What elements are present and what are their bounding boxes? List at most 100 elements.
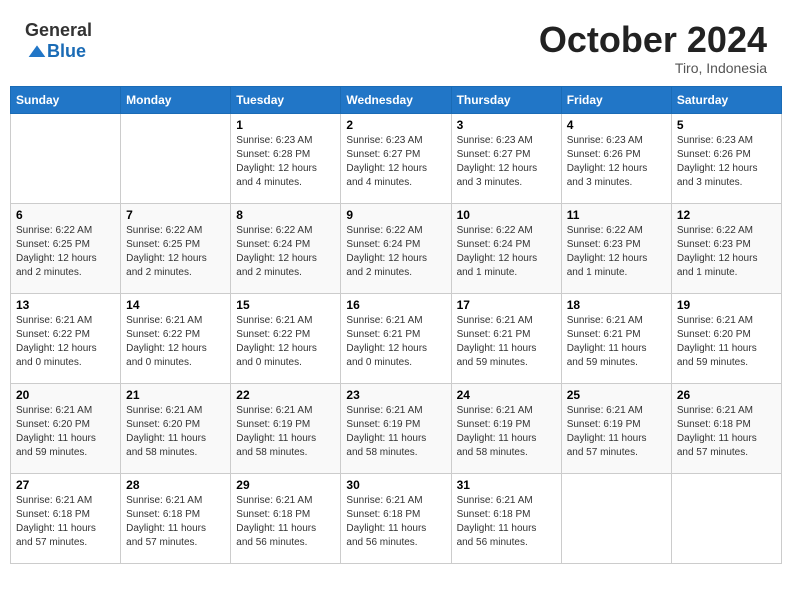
- calendar-cell: 11Sunrise: 6:22 AM Sunset: 6:23 PM Dayli…: [561, 203, 671, 293]
- calendar-cell: 8 Sunrise: 6:22 AM Sunset: 6:24 PM Daylig…: [231, 203, 341, 293]
- day-number: 28: [126, 478, 225, 492]
- day-info: Sunrise: 6:21 AM Sunset: 6:19 PM Dayligh…: [567, 404, 666, 460]
- calendar-cell: 27 Sunrise: 6:21 AM Sunset: 6:18 PM Dayli…: [11, 473, 121, 563]
- month-title: October 2024: [539, 20, 767, 60]
- day-info: Sunrise: 6:21 AM Sunset: 6:20 PM Dayligh…: [16, 404, 115, 460]
- day-info: Sunrise: 6:21 AM Sunset: 6:22 PM Dayligh…: [16, 314, 115, 370]
- calendar-cell: 23 Sunrise: 6:21 AM Sunset: 6:19 PM Dayli…: [341, 383, 451, 473]
- day-info: Sunrise: 6:22 AM Sunset: 6:24 PM Dayligh…: [457, 224, 556, 280]
- day-info: Sunrise: 6:21 AM Sunset: 6:18 PM Dayligh…: [346, 494, 445, 550]
- day-number: 8: [236, 208, 335, 222]
- calendar-cell: 2 Sunrise: 6:23 AM Sunset: 6:27 PM Daylig…: [341, 113, 451, 203]
- calendar-header-monday: Monday: [121, 86, 231, 113]
- day-info: Sunrise: 6:23 AM Sunset: 6:26 PM Dayligh…: [677, 134, 776, 190]
- calendar-cell: 24 Sunrise: 6:21 AM Sunset: 6:19 PM Dayli…: [451, 383, 561, 473]
- location: Tiro, Indonesia: [539, 60, 767, 76]
- day-number: 24: [457, 388, 556, 402]
- day-info: Sunrise: 6:21 AM Sunset: 6:18 PM Dayligh…: [16, 494, 115, 550]
- day-number: 21: [126, 388, 225, 402]
- calendar-cell: [11, 113, 121, 203]
- logo-blue: Blue: [47, 41, 86, 61]
- day-info: Sunrise: 6:21 AM Sunset: 6:21 PM Dayligh…: [346, 314, 445, 370]
- day-number: 13: [16, 298, 115, 312]
- calendar-cell: 14 Sunrise: 6:21 AM Sunset: 6:22 PM Dayli…: [121, 293, 231, 383]
- day-info: Sunrise: 6:21 AM Sunset: 6:18 PM Dayligh…: [457, 494, 556, 550]
- day-number: 31: [457, 478, 556, 492]
- day-number: 19: [677, 298, 776, 312]
- day-number: 5: [677, 118, 776, 132]
- logo-icon: [27, 42, 47, 62]
- day-number: 2: [346, 118, 445, 132]
- day-number: 10: [457, 208, 556, 222]
- calendar-cell: 20 Sunrise: 6:21 AM Sunset: 6:20 PM Dayli…: [11, 383, 121, 473]
- calendar-week-2: 6 Sunrise: 6:22 AM Sunset: 6:25 PM Daylig…: [11, 203, 782, 293]
- calendar-cell: 16Sunrise: 6:21 AM Sunset: 6:21 PM Dayli…: [341, 293, 451, 383]
- calendar-header-wednesday: Wednesday: [341, 86, 451, 113]
- day-info: Sunrise: 6:21 AM Sunset: 6:22 PM Dayligh…: [126, 314, 225, 370]
- month-title-block: October 2024 Tiro, Indonesia: [539, 20, 767, 76]
- day-info: Sunrise: 6:23 AM Sunset: 6:28 PM Dayligh…: [236, 134, 335, 190]
- day-info: Sunrise: 6:21 AM Sunset: 6:19 PM Dayligh…: [457, 404, 556, 460]
- calendar-cell: 25 Sunrise: 6:21 AM Sunset: 6:19 PM Dayli…: [561, 383, 671, 473]
- calendar-cell: 29Sunrise: 6:21 AM Sunset: 6:18 PM Dayli…: [231, 473, 341, 563]
- calendar-cell: [671, 473, 781, 563]
- calendar-cell: 10 Sunrise: 6:22 AM Sunset: 6:24 PM Dayli…: [451, 203, 561, 293]
- day-number: 26: [677, 388, 776, 402]
- calendar-cell: 19 Sunrise: 6:21 AM Sunset: 6:20 PM Dayli…: [671, 293, 781, 383]
- day-info: Sunrise: 6:22 AM Sunset: 6:25 PM Dayligh…: [16, 224, 115, 280]
- page-header: General Blue October 2024 Tiro, Indonesi…: [10, 10, 782, 81]
- day-info: Sunrise: 6:21 AM Sunset: 6:19 PM Dayligh…: [236, 404, 335, 460]
- calendar-cell: 30 Sunrise: 6:21 AM Sunset: 6:18 PM Dayli…: [341, 473, 451, 563]
- logo: General Blue: [25, 20, 92, 62]
- calendar-cell: 9Sunrise: 6:22 AM Sunset: 6:24 PM Daylig…: [341, 203, 451, 293]
- calendar-cell: [561, 473, 671, 563]
- calendar-header-row: SundayMondayTuesdayWednesdayThursdayFrid…: [11, 86, 782, 113]
- day-number: 12: [677, 208, 776, 222]
- day-info: Sunrise: 6:23 AM Sunset: 6:27 PM Dayligh…: [346, 134, 445, 190]
- day-number: 1: [236, 118, 335, 132]
- day-number: 15: [236, 298, 335, 312]
- day-info: Sunrise: 6:21 AM Sunset: 6:21 PM Dayligh…: [457, 314, 556, 370]
- day-info: Sunrise: 6:22 AM Sunset: 6:23 PM Dayligh…: [677, 224, 776, 280]
- calendar-cell: 12 Sunrise: 6:22 AM Sunset: 6:23 PM Dayli…: [671, 203, 781, 293]
- day-number: 4: [567, 118, 666, 132]
- calendar-cell: 17 Sunrise: 6:21 AM Sunset: 6:21 PM Dayli…: [451, 293, 561, 383]
- day-number: 6: [16, 208, 115, 222]
- day-number: 14: [126, 298, 225, 312]
- day-info: Sunrise: 6:21 AM Sunset: 6:18 PM Dayligh…: [677, 404, 776, 460]
- day-info: Sunrise: 6:21 AM Sunset: 6:22 PM Dayligh…: [236, 314, 335, 370]
- day-info: Sunrise: 6:22 AM Sunset: 6:24 PM Dayligh…: [236, 224, 335, 280]
- day-info: Sunrise: 6:21 AM Sunset: 6:20 PM Dayligh…: [126, 404, 225, 460]
- day-number: 22: [236, 388, 335, 402]
- calendar-header-thursday: Thursday: [451, 86, 561, 113]
- day-number: 20: [16, 388, 115, 402]
- day-info: Sunrise: 6:21 AM Sunset: 6:19 PM Dayligh…: [346, 404, 445, 460]
- calendar-cell: 7 Sunrise: 6:22 AM Sunset: 6:25 PM Daylig…: [121, 203, 231, 293]
- calendar-cell: 13 Sunrise: 6:21 AM Sunset: 6:22 PM Dayli…: [11, 293, 121, 383]
- calendar-cell: [121, 113, 231, 203]
- day-number: 30: [346, 478, 445, 492]
- day-info: Sunrise: 6:21 AM Sunset: 6:20 PM Dayligh…: [677, 314, 776, 370]
- day-number: 25: [567, 388, 666, 402]
- day-number: 17: [457, 298, 556, 312]
- calendar-cell: 22 Sunrise: 6:21 AM Sunset: 6:19 PM Dayli…: [231, 383, 341, 473]
- calendar-cell: 5 Sunrise: 6:23 AM Sunset: 6:26 PM Daylig…: [671, 113, 781, 203]
- calendar-header-tuesday: Tuesday: [231, 86, 341, 113]
- day-number: 23: [346, 388, 445, 402]
- day-info: Sunrise: 6:23 AM Sunset: 6:27 PM Dayligh…: [457, 134, 556, 190]
- calendar-header-friday: Friday: [561, 86, 671, 113]
- day-info: Sunrise: 6:22 AM Sunset: 6:25 PM Dayligh…: [126, 224, 225, 280]
- day-number: 27: [16, 478, 115, 492]
- calendar-cell: 4Sunrise: 6:23 AM Sunset: 6:26 PM Daylig…: [561, 113, 671, 203]
- calendar-week-3: 13 Sunrise: 6:21 AM Sunset: 6:22 PM Dayli…: [11, 293, 782, 383]
- calendar-week-1: 1 Sunrise: 6:23 AM Sunset: 6:28 PM Daylig…: [11, 113, 782, 203]
- day-number: 7: [126, 208, 225, 222]
- calendar-cell: 15 Sunrise: 6:21 AM Sunset: 6:22 PM Dayli…: [231, 293, 341, 383]
- day-info: Sunrise: 6:21 AM Sunset: 6:18 PM Dayligh…: [236, 494, 335, 550]
- calendar-cell: 31 Sunrise: 6:21 AM Sunset: 6:18 PM Dayli…: [451, 473, 561, 563]
- logo-general: General: [25, 20, 92, 40]
- day-info: Sunrise: 6:21 AM Sunset: 6:21 PM Dayligh…: [567, 314, 666, 370]
- day-number: 9: [346, 208, 445, 222]
- logo-text: General Blue: [25, 20, 92, 62]
- calendar-header-saturday: Saturday: [671, 86, 781, 113]
